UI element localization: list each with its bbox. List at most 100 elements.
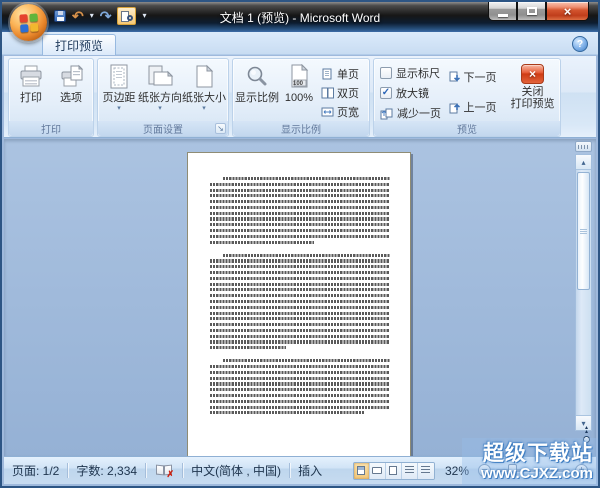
- show-ruler-checkbox[interactable]: 显示标尺: [380, 65, 446, 81]
- options-button[interactable]: 选项: [51, 61, 91, 104]
- zoom-slider-thumb[interactable]: [508, 464, 517, 477]
- hundred-badge: 100: [293, 81, 303, 87]
- zoom-level[interactable]: 32%: [445, 464, 469, 478]
- zoom-in-button[interactable]: +: [575, 464, 588, 477]
- language-indicator[interactable]: 中文(简体 , 中国): [191, 462, 281, 479]
- close-print-preview-button[interactable]: × 关闭 打印预览: [507, 61, 558, 110]
- page-width-icon: [321, 105, 334, 118]
- fullscreen-reading-view-button[interactable]: [370, 463, 386, 479]
- paper-size-dropdown-icon: ▾: [202, 105, 206, 113]
- zoom-out-button[interactable]: −: [478, 464, 491, 477]
- save-icon[interactable]: [54, 10, 66, 22]
- magnifier-icon: [245, 63, 269, 91]
- scrollbar-thumb[interactable]: [577, 172, 590, 290]
- insert-mode-indicator[interactable]: 插入: [298, 462, 322, 479]
- one-page-label: 单页: [337, 66, 359, 82]
- document-preview-area: ▴ ▾ ▴▴ ▾▾: [4, 139, 596, 456]
- previous-page-button[interactable]: 上一页: [448, 99, 503, 115]
- print-button-label: 打印: [20, 92, 42, 104]
- one-page-button[interactable]: 单页: [319, 65, 361, 82]
- zoom-100-button[interactable]: 100 100%: [279, 61, 319, 104]
- print-layout-view-button[interactable]: [354, 463, 370, 479]
- shrink-one-page-label: 减少一页: [397, 105, 441, 121]
- two-pages-button[interactable]: 双页: [319, 84, 361, 101]
- page-width-button[interactable]: 页宽: [319, 103, 361, 120]
- group-page-setup-label: 页面设置 ↘: [98, 121, 228, 136]
- group-zoom-label: 显示比例: [233, 121, 369, 136]
- preview-nav: 下一页 上一页: [446, 61, 503, 115]
- status-divider: [289, 463, 290, 478]
- ribbon: 打印 选项: [4, 56, 596, 138]
- group-zoom: 显示比例 100 100%: [232, 58, 370, 137]
- draft-view-button[interactable]: [418, 463, 434, 479]
- outline-view-button[interactable]: [402, 463, 418, 479]
- margins-icon: [108, 63, 130, 91]
- magnifier-checkbox[interactable]: ✓ 放大镜: [380, 85, 446, 101]
- window-controls: ×: [488, 2, 589, 21]
- maximize-icon: [527, 7, 537, 15]
- checkbox-checked-icon: ✓: [380, 87, 392, 99]
- previous-page-icon: [448, 101, 461, 114]
- magnifier-glyph: [127, 15, 133, 21]
- next-object-button[interactable]: ▾▾: [585, 445, 588, 453]
- status-right-controls: 32% − +: [353, 462, 588, 480]
- browse-object-controls: ▴▴ ▾▾: [583, 426, 590, 453]
- orientation-button[interactable]: 纸张方向 ▾: [138, 61, 182, 113]
- zoom-button[interactable]: 显示比例: [235, 61, 279, 104]
- zoom-slider[interactable]: [496, 469, 570, 472]
- office-button[interactable]: [10, 4, 47, 41]
- draft-view-icon: [421, 466, 430, 475]
- vertical-scrollbar[interactable]: ▴ ▾: [575, 154, 592, 431]
- reading-view-icon: [372, 467, 382, 474]
- close-button[interactable]: ×: [546, 2, 589, 21]
- shrink-one-page-button[interactable]: 减少一页: [380, 105, 446, 121]
- customize-qat-dropdown-icon[interactable]: ▾: [142, 12, 146, 20]
- page-preview[interactable]: [187, 152, 411, 457]
- magnifier-label: 放大镜: [396, 85, 429, 101]
- previous-object-button[interactable]: ▴▴: [585, 426, 588, 434]
- select-browse-object-button[interactable]: [583, 436, 590, 443]
- page-text: [210, 177, 390, 440]
- thumb-grip-icon: [580, 229, 587, 234]
- undo-icon[interactable]: ↶: [72, 9, 84, 23]
- group-print-label: 打印: [9, 121, 93, 136]
- show-ruler-label: 显示标尺: [396, 65, 440, 81]
- office-logo-icon: [19, 13, 38, 32]
- close-preview-icon: ×: [521, 64, 544, 84]
- minimize-button[interactable]: [488, 2, 517, 21]
- print-button[interactable]: 打印: [11, 61, 51, 104]
- proofing-status-icon[interactable]: ✗: [156, 465, 172, 477]
- zoom-button-label: 显示比例: [235, 92, 279, 104]
- page-setup-dialog-launcher[interactable]: ↘: [215, 123, 226, 134]
- maximize-button[interactable]: [517, 2, 546, 21]
- page-indicator[interactable]: 页面: 1/2: [12, 462, 59, 479]
- orientation-icon: [146, 63, 174, 91]
- next-page-label: 下一页: [464, 69, 497, 85]
- word-count[interactable]: 字数: 2,334: [76, 462, 137, 479]
- zoom-100-label: 100%: [285, 92, 313, 104]
- status-bar: 页面: 1/2 字数: 2,334 ✗ 中文(简体 , 中国) 插入 32% −…: [4, 456, 596, 484]
- tab-print-preview[interactable]: 打印预览: [42, 34, 116, 55]
- paper-size-label: 纸张大小: [182, 92, 226, 104]
- one-page-icon: [321, 67, 334, 80]
- web-layout-view-button[interactable]: [386, 463, 402, 479]
- paper-size-button[interactable]: 纸张大小 ▾: [182, 61, 226, 113]
- print-layout-icon: [357, 466, 365, 475]
- help-button[interactable]: ?: [572, 36, 588, 52]
- next-page-button[interactable]: 下一页: [448, 69, 503, 85]
- close-preview-label-2: 打印预览: [511, 98, 555, 110]
- undo-dropdown-icon[interactable]: ▾: [90, 12, 94, 20]
- ribbon-tab-strip: 打印预览 ?: [2, 32, 598, 55]
- redo-icon[interactable]: ↷: [100, 9, 112, 23]
- zoom-small-buttons: 单页 双页 页宽: [319, 61, 361, 120]
- scroll-up-button[interactable]: ▴: [576, 155, 591, 170]
- view-ruler-button[interactable]: [575, 141, 592, 152]
- margins-button[interactable]: 页边距 ▾: [100, 61, 138, 113]
- zoom-100-icon: 100: [288, 63, 310, 91]
- group-print: 打印 选项: [8, 58, 94, 137]
- status-divider: [67, 463, 68, 478]
- previous-page-label: 上一页: [464, 99, 497, 115]
- close-preview-label-1: 关闭: [522, 86, 544, 98]
- group-page-setup: 页边距 ▾ 纸张方向 ▾: [97, 58, 229, 137]
- print-preview-toggle-icon[interactable]: [117, 7, 136, 25]
